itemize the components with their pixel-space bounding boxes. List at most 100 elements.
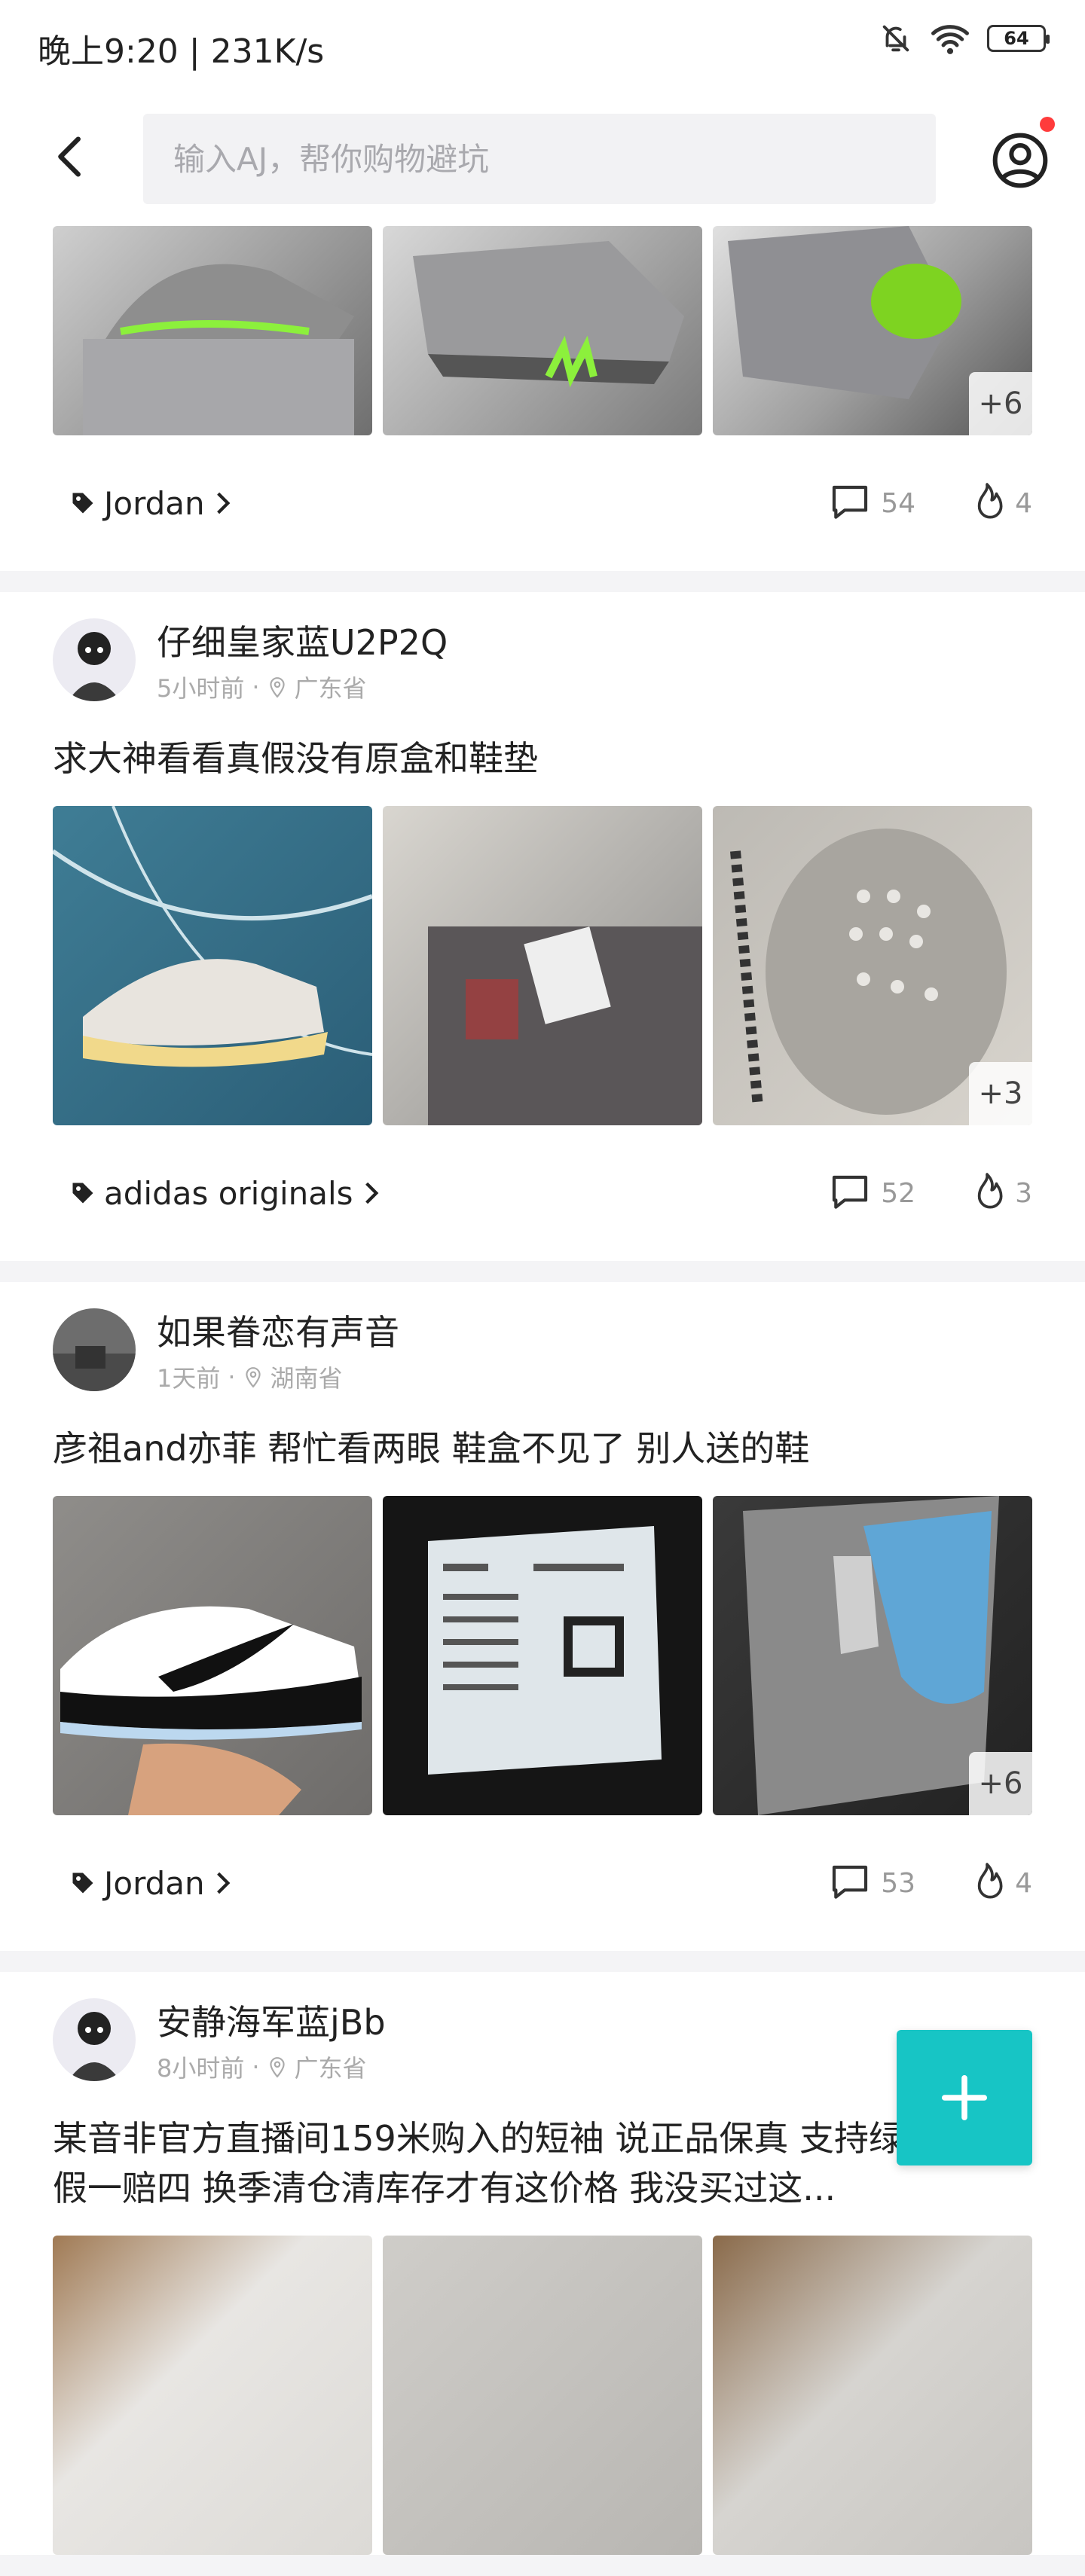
tag-icon	[72, 1872, 93, 1894]
post-meta: 5小时前 · 广东省	[157, 670, 448, 704]
post-text[interactable]: 彦祖and亦菲 帮忙看两眼 鞋盒不见了 别人送的鞋	[53, 1424, 1032, 1473]
meta-separator: ·	[228, 1363, 236, 1391]
post-time: 1天前	[157, 1364, 221, 1393]
comment-icon	[833, 1175, 868, 1209]
comment-count[interactable]: 54	[828, 482, 915, 524]
fire-icon	[977, 1863, 1003, 1899]
post-image[interactable]	[383, 1496, 702, 1815]
notification-dot	[1040, 117, 1055, 132]
tag-icon	[72, 493, 93, 514]
top-bar	[0, 94, 1085, 226]
location-pin-icon	[269, 2057, 285, 2078]
post-card[interactable]: 仔细皇家蓝U2P2Q 5小时前 · 广东省 求大神看看真假没有原盒和鞋垫 +3	[0, 592, 1085, 1261]
battery-icon: 64	[987, 25, 1050, 52]
location-pin-icon	[245, 1367, 261, 1388]
post-image[interactable]	[53, 2236, 372, 2555]
size-label-image	[428, 1526, 662, 1775]
brand-tag-label: adidas originals	[104, 1174, 353, 1212]
post-image[interactable]	[383, 226, 702, 435]
like-count[interactable]: 4	[968, 1861, 1032, 1905]
post-location: 广东省	[294, 674, 367, 703]
brand-tag-label: Jordan	[104, 1864, 205, 1902]
avatar[interactable]	[53, 618, 136, 701]
post-image[interactable]: +6	[713, 1496, 1032, 1815]
comment-count-value: 54	[881, 487, 916, 519]
post-footer: adidas originals 52 3	[53, 1125, 1032, 1261]
username[interactable]: 仔细皇家蓝U2P2Q	[157, 615, 448, 665]
search-box[interactable]	[143, 114, 936, 204]
chevron-right-icon	[216, 492, 231, 514]
avatar[interactable]	[53, 1308, 136, 1391]
comment-count-value: 53	[881, 1867, 916, 1899]
post-image[interactable]: +3	[713, 806, 1032, 1125]
post-image[interactable]	[713, 2236, 1032, 2555]
post-meta: 8小时前 · 广东省	[157, 2050, 386, 2084]
status-bar: 晚上9:20 | 231K/s 64	[0, 0, 1085, 94]
plus-icon	[941, 2074, 988, 2121]
fire-icon	[977, 1173, 1003, 1209]
post-images: +3	[53, 806, 1032, 1125]
post-header: 仔细皇家蓝U2P2Q 5小时前 · 广东省	[53, 592, 1032, 713]
battery-level: 64	[1004, 28, 1029, 49]
post-image[interactable]	[53, 226, 372, 435]
comment-count[interactable]: 52	[828, 1172, 915, 1214]
post-location: 湖南省	[270, 1364, 343, 1393]
status-icons: 64	[879, 21, 1050, 56]
avatar[interactable]	[53, 1998, 136, 2081]
search-input[interactable]	[172, 139, 936, 179]
brand-tag[interactable]: Jordan	[53, 1865, 234, 1902]
post-image[interactable]	[383, 806, 702, 1125]
like-count-value: 4	[1015, 487, 1032, 519]
post-card[interactable]: +6 Jordan 54 4	[0, 226, 1085, 571]
avatar-image	[53, 618, 136, 701]
post-image[interactable]: +6	[713, 226, 1032, 435]
create-post-button[interactable]	[897, 2030, 1032, 2165]
post-header: 如果眷恋有声音 1天前 · 湖南省	[53, 1282, 1032, 1402]
comment-count[interactable]: 53	[828, 1862, 915, 1904]
status-time: 晚上9:20 | 231K/s	[38, 32, 325, 71]
comment-icon	[833, 485, 868, 519]
like-count[interactable]: 4	[968, 481, 1032, 525]
post-text[interactable]: 求大神看看真假没有原盒和鞋垫	[53, 734, 1032, 783]
bell-off-icon	[882, 25, 909, 52]
location-pin-icon	[269, 677, 285, 698]
username[interactable]: 如果眷恋有声音	[157, 1305, 399, 1355]
sneaker-image	[83, 264, 354, 435]
post-image[interactable]	[53, 1496, 372, 1815]
post-images: +6	[53, 226, 1032, 435]
avatar-image	[53, 1308, 136, 1391]
sneaker-image	[53, 806, 372, 1067]
like-count-value: 4	[1015, 1867, 1032, 1899]
more-images-badge: +3	[969, 1062, 1032, 1125]
back-arrow-icon[interactable]	[45, 130, 98, 183]
brand-tag[interactable]: Jordan	[53, 485, 234, 522]
post-time: 5小时前	[157, 674, 245, 703]
more-images-badge: +6	[969, 1752, 1032, 1815]
shoe-label-image	[428, 926, 702, 1125]
sneaker-image	[413, 241, 684, 388]
wifi-icon	[931, 25, 969, 54]
like-count-value: 3	[1015, 1177, 1032, 1209]
brand-tag[interactable]: adidas originals	[53, 1175, 382, 1212]
avatar-image	[53, 1998, 136, 2081]
post-footer: Jordan 53 4	[53, 1815, 1032, 1951]
tag-icon	[72, 1183, 93, 1204]
comment-icon	[833, 1865, 868, 1899]
post-card[interactable]: 如果眷恋有声音 1天前 · 湖南省 彦祖and亦菲 帮忙看两眼 鞋盒不见了 别人…	[0, 1282, 1085, 1951]
post-image[interactable]	[383, 2236, 702, 2555]
post-image[interactable]	[53, 806, 372, 1125]
profile-icon[interactable]	[990, 130, 1050, 191]
brand-tag-label: Jordan	[104, 484, 205, 522]
username[interactable]: 安静海军蓝jBb	[157, 1995, 386, 2045]
post-time: 8小时前	[157, 2054, 245, 2083]
post-text[interactable]: 某音非官方直播间159米购入的短袖 说正品保真 支持绿叉鉴定 假一赔四 换季清仓…	[53, 2114, 1032, 2213]
chevron-right-icon	[216, 1872, 231, 1894]
fire-icon	[977, 483, 1003, 519]
comment-count-value: 52	[881, 1177, 916, 1209]
feed: +6 Jordan 54 4 仔细皇家蓝U2P2Q 5小时前 · 广东省 求大神…	[0, 226, 1085, 2576]
like-count[interactable]: 3	[968, 1171, 1032, 1215]
meta-separator: ·	[252, 2053, 260, 2081]
more-images-badge: +6	[969, 372, 1032, 435]
sneaker-image	[60, 1606, 362, 1815]
chevron-right-icon	[365, 1182, 378, 1204]
